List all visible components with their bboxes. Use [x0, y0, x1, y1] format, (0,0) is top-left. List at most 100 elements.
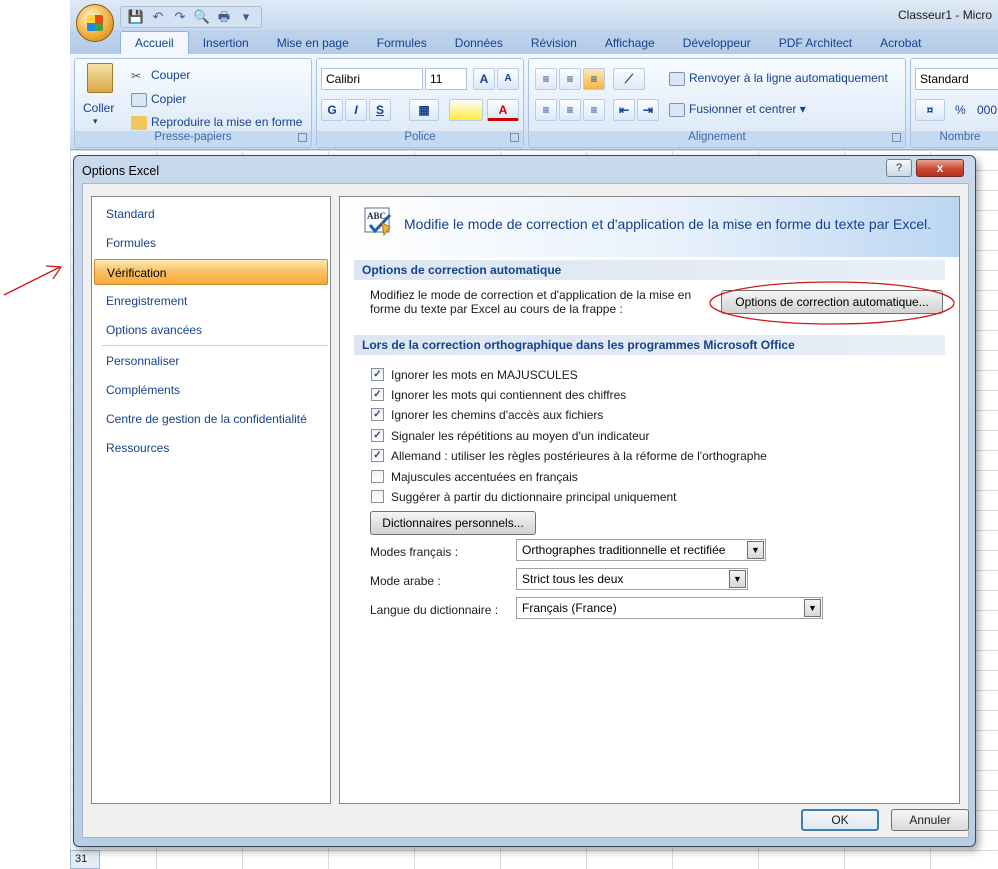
merge-center-button[interactable]: Fusionner et centrer ▾ — [669, 102, 806, 117]
quick-access-toolbar: 💾 ↶ ↷ 🔍 🖶 ▾ — [120, 6, 262, 28]
french-modes-label: Modes français : — [370, 545, 459, 559]
fill-color-icon[interactable] — [449, 99, 483, 121]
row-header[interactable]: 31 — [70, 850, 100, 869]
chevron-down-icon[interactable]: ▼ — [804, 599, 821, 617]
format-painter-button[interactable]: Reproduire la mise en forme — [131, 115, 302, 130]
help-button[interactable]: ? — [886, 159, 912, 177]
clipboard-label-text: Presse-papiers — [154, 131, 232, 143]
chevron-down-icon[interactable]: ▼ — [747, 541, 764, 559]
customize-qat-icon[interactable]: ▾ — [237, 9, 255, 25]
dialog-launcher-icon[interactable] — [892, 133, 901, 142]
align-center-icon[interactable]: ≡ — [559, 99, 581, 121]
nav-enregistrement[interactable]: Enregistrement — [94, 288, 328, 314]
checkbox-ignore-paths[interactable]: ✓ — [371, 408, 384, 421]
custom-dictionaries-button[interactable]: Dictionnaires personnels... — [370, 511, 536, 535]
tab-donnees[interactable]: Données — [441, 32, 517, 54]
tab-affichage[interactable]: Affichage — [591, 32, 669, 54]
arabic-mode-select[interactable]: Strict tous les deux ▼ — [516, 568, 748, 590]
chevron-down-icon[interactable]: ▼ — [729, 570, 746, 588]
align-bottom-icon[interactable]: ≡ — [583, 68, 605, 90]
save-icon[interactable]: 💾 — [127, 9, 145, 25]
increase-indent-icon[interactable]: ⇥ — [637, 99, 659, 121]
close-button[interactable]: x — [916, 159, 964, 177]
nav-ressources[interactable]: Ressources — [94, 435, 328, 461]
french-modes-value: Orthographes traditionnelle et rectifiée — [522, 543, 726, 557]
nav-options-avancees[interactable]: Options avancées — [94, 317, 328, 343]
thousands-button[interactable]: 000 — [977, 103, 997, 117]
merge-label: Fusionner et centrer — [689, 102, 797, 116]
dict-language-value: Français (France) — [522, 601, 617, 615]
grow-font-button[interactable]: A — [473, 68, 495, 90]
align-right-icon[interactable]: ≡ — [583, 99, 605, 121]
number-format-box[interactable]: Standard — [915, 68, 998, 90]
border-icon[interactable]: ▦ — [409, 99, 439, 121]
align-left-icon[interactable]: ≡ — [535, 99, 557, 121]
dict-language-select[interactable]: Français (France) ▼ — [516, 597, 823, 619]
nav-divider — [102, 345, 328, 346]
nav-centre-confidentialite[interactable]: Centre de gestion de la confidentialité — [94, 406, 328, 432]
alignment-group-label: Alignement — [529, 131, 905, 147]
ok-button[interactable]: OK — [801, 809, 879, 831]
copy-label: Copier — [151, 92, 187, 106]
checkbox-ignore-numbers[interactable]: ✓ — [371, 388, 384, 401]
redo-icon[interactable]: ↷ — [171, 9, 189, 25]
nav-personnaliser[interactable]: Personnaliser — [94, 348, 328, 374]
align-top-icon[interactable]: ≡ — [535, 68, 557, 90]
options-dialog: Options Excel ? x Standard Formules Véri… — [73, 155, 976, 847]
font-size-box[interactable]: 11 — [425, 68, 467, 90]
tab-pdf-architect[interactable]: PDF Architect — [765, 32, 866, 54]
checkbox-accented-uppercase[interactable] — [371, 470, 384, 483]
copy-button[interactable]: Copier — [131, 92, 186, 107]
percent-button[interactable]: % — [955, 103, 966, 117]
shrink-font-button[interactable]: A — [497, 68, 519, 90]
font-name-box[interactable]: Calibri — [321, 68, 423, 90]
tab-mise-en-page[interactable]: Mise en page — [263, 32, 363, 54]
font-color-button[interactable]: A — [487, 99, 519, 121]
abc-check-icon: ABC — [364, 207, 392, 237]
checkbox-label: Ignorer les mots qui contiennent des chi… — [391, 388, 627, 402]
print-icon[interactable]: 🖶 — [215, 9, 233, 25]
paste-dropdown-icon[interactable]: ▾ — [93, 116, 98, 127]
format-painter-label: Reproduire la mise en forme — [151, 115, 303, 129]
brush-icon — [131, 115, 147, 130]
autocorrect-description: Modifiez le mode de correction et d'appl… — [370, 288, 692, 302]
cancel-button[interactable]: Annuler — [891, 809, 969, 831]
arabic-mode-label: Mode arabe : — [370, 574, 441, 588]
nav-verification[interactable]: Vérification — [94, 259, 328, 285]
nav-standard[interactable]: Standard — [94, 201, 328, 227]
print-preview-icon[interactable]: 🔍 — [193, 9, 211, 25]
nav-formules[interactable]: Formules — [94, 230, 328, 256]
tab-developpeur[interactable]: Développeur — [669, 32, 765, 54]
tab-formules[interactable]: Formules — [363, 32, 441, 54]
checkbox-label: Ignorer les chemins d'accès aux fichiers — [391, 408, 604, 422]
bold-button[interactable]: G — [321, 99, 343, 121]
orientation-icon[interactable]: ⟋ — [613, 68, 645, 90]
paste-icon[interactable] — [87, 63, 113, 93]
dialog-launcher-icon[interactable] — [298, 133, 307, 142]
paste-button[interactable]: Coller — [83, 101, 114, 115]
currency-icon[interactable]: ¤ — [915, 99, 945, 121]
wrap-text-button[interactable]: Renvoyer à la ligne automatiquement — [669, 71, 888, 86]
checkbox-german-reform[interactable]: ✓ — [371, 449, 384, 462]
checkbox-label: Majuscules accentuées en français — [391, 470, 578, 484]
tab-accueil[interactable]: Accueil — [120, 31, 189, 54]
cut-button[interactable]: ✂ Couper — [131, 68, 190, 83]
tab-insertion[interactable]: Insertion — [189, 32, 263, 54]
dialog-launcher-icon[interactable] — [510, 133, 519, 142]
french-modes-select[interactable]: Orthographes traditionnelle et rectifiée… — [516, 539, 766, 561]
ribbon: Coller ▾ ✂ Couper Copier Reproduire la mi… — [70, 54, 998, 150]
italic-button[interactable]: I — [345, 99, 367, 121]
checkbox-ignore-uppercase[interactable]: ✓ — [371, 368, 384, 381]
abc-icon-text: ABC — [367, 211, 386, 221]
checkbox-flag-repeated[interactable]: ✓ — [371, 429, 384, 442]
tab-revision[interactable]: Révision — [517, 32, 591, 54]
alignment-group: ≡ ≡ ≡ ⟋ ≡ ≡ ≡ ⇤ ⇥ Renvoyer à la ligne au… — [528, 58, 906, 148]
nav-complements[interactable]: Compléments — [94, 377, 328, 403]
undo-icon[interactable]: ↶ — [149, 9, 167, 25]
tab-acrobat[interactable]: Acrobat — [866, 32, 935, 54]
align-middle-icon[interactable]: ≡ — [559, 68, 581, 90]
checkbox-main-dictionary-only[interactable] — [371, 490, 384, 503]
office-button[interactable] — [76, 4, 114, 42]
underline-button[interactable]: S — [369, 99, 391, 121]
decrease-indent-icon[interactable]: ⇤ — [613, 99, 635, 121]
